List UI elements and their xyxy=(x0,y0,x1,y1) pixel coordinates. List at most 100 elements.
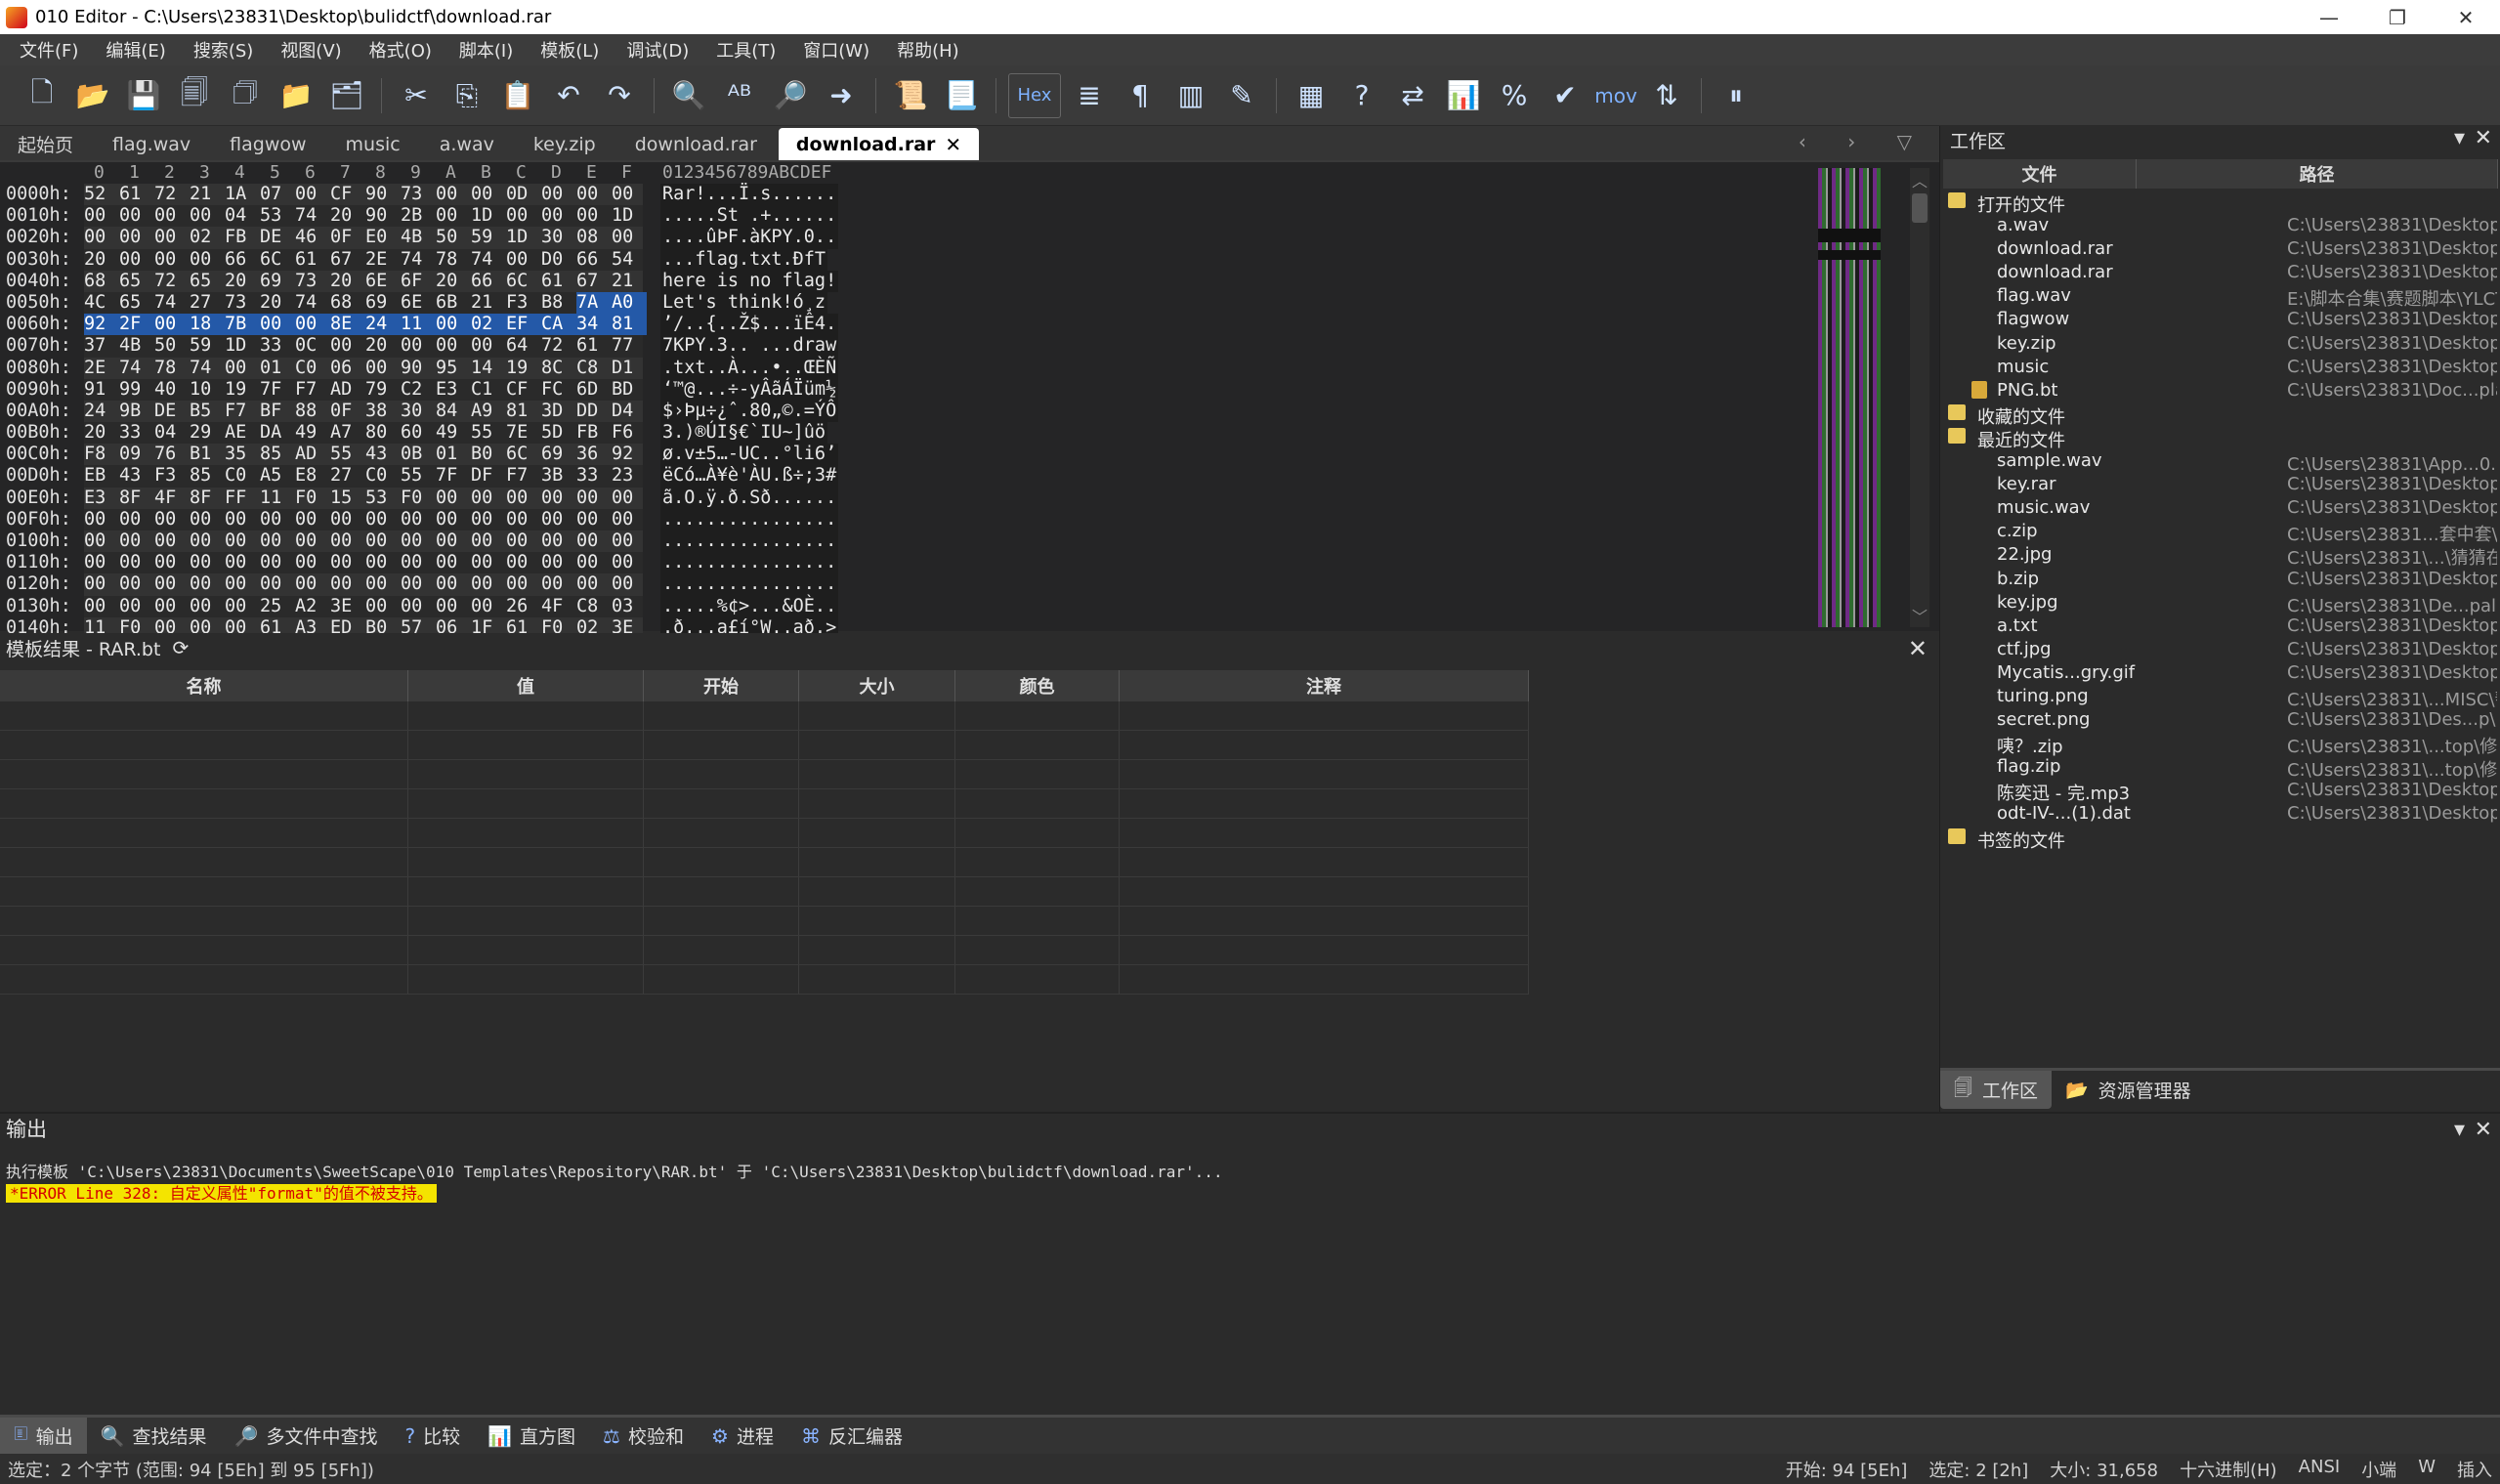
hex-byte[interactable]: 00 xyxy=(365,552,401,573)
hex-byte[interactable]: E3 xyxy=(84,488,119,509)
hex-byte[interactable]: 00 xyxy=(471,184,506,205)
hex-byte[interactable]: 00 xyxy=(295,573,330,595)
menu-help[interactable]: 帮助(H) xyxy=(883,37,973,63)
scroll-thumb[interactable] xyxy=(1912,193,1928,223)
hex-byte[interactable]: 00 xyxy=(190,249,225,271)
hex-byte[interactable]: 65 xyxy=(119,271,154,292)
template-row[interactable] xyxy=(0,965,1529,995)
hex-byte[interactable]: F0 xyxy=(295,488,330,509)
hex-byte[interactable]: AD xyxy=(295,444,330,465)
hex-byte[interactable]: 02 xyxy=(190,227,225,248)
save-as-icon[interactable]: 🗐 xyxy=(172,73,217,118)
undo-icon[interactable]: ↶ xyxy=(546,73,591,118)
columns-icon[interactable]: ▥ xyxy=(1168,73,1213,118)
hex-byte[interactable]: 68 xyxy=(330,292,365,314)
hex-byte[interactable]: 00 xyxy=(260,552,295,573)
hex-byte[interactable]: 00 xyxy=(401,509,436,530)
hex-byte[interactable]: 07 xyxy=(260,184,295,205)
hex-byte[interactable]: 00 xyxy=(401,335,436,357)
open-folder-alt-icon[interactable]: 📁 xyxy=(274,73,318,118)
hex-byte[interactable]: A2 xyxy=(295,596,330,617)
workspace-file-item[interactable]: key.rar C:\Users\23831\Desktop\ xyxy=(1940,473,2500,496)
workspace-file-item[interactable]: flag.wav E:\脚本合集\赛题脚本\YLCTF\ xyxy=(1940,284,2500,310)
hex-byte[interactable]: 7B xyxy=(225,314,260,336)
hex-ascii[interactable]: ø.v±5…-UC..°li6’ xyxy=(660,444,839,466)
hex-byte[interactable]: 46 xyxy=(295,227,330,248)
run-template-icon[interactable]: 📃 xyxy=(939,73,984,118)
hex-byte[interactable]: 00 xyxy=(576,184,612,205)
hex-byte[interactable]: C8 xyxy=(576,358,612,379)
hex-byte[interactable]: 95 xyxy=(436,358,471,379)
hex-byte[interactable]: 54 xyxy=(612,249,647,271)
col-color[interactable]: 颜色 xyxy=(955,670,1120,701)
hex-byte[interactable]: 74 xyxy=(190,358,225,379)
workspace-file-item[interactable]: download.rar C:\Users\23831\Desktop\bulid… xyxy=(1940,237,2500,261)
hex-byte[interactable]: 00 xyxy=(330,552,365,573)
hex-byte[interactable]: 30 xyxy=(401,401,436,422)
hex-byte[interactable]: 00 xyxy=(612,184,647,205)
hex-byte[interactable]: 00 xyxy=(365,573,401,595)
hex-byte[interactable]: 80 xyxy=(365,422,401,444)
tab-download-rar-1[interactable]: download.rar xyxy=(617,128,775,160)
tab-workspace[interactable]: 🗐 工作区 xyxy=(1940,1071,2052,1109)
menu-script[interactable]: 脚本(I) xyxy=(445,37,527,63)
hex-byte[interactable]: 00 xyxy=(154,573,190,595)
template-row[interactable] xyxy=(0,731,1529,760)
hex-byte[interactable]: 27 xyxy=(190,292,225,314)
hex-byte[interactable]: 00 xyxy=(471,509,506,530)
hex-byte[interactable]: 4F xyxy=(154,488,190,509)
highlight-icon[interactable]: ✎ xyxy=(1219,73,1264,118)
hex-byte[interactable]: 00 xyxy=(436,509,471,530)
save-icon[interactable]: 💾 xyxy=(121,73,166,118)
hex-byte[interactable]: 81 xyxy=(506,401,541,422)
hex-byte[interactable]: 1D xyxy=(506,227,541,248)
hex-byte[interactable]: 67 xyxy=(576,271,612,292)
workspace-file-item[interactable]: 咦？.zip C:\Users\23831\...top\修仙传\大乘\第八层\ xyxy=(1940,732,2500,757)
hex-byte[interactable]: 24 xyxy=(365,314,401,336)
hex-byte[interactable]: 00 xyxy=(506,573,541,595)
hex-byte[interactable]: 49 xyxy=(295,422,330,444)
hex-ascii[interactable]: $›Þµ÷¿ˆ.80„©.=ÝÔ xyxy=(660,400,839,423)
hex-byte[interactable]: 00 xyxy=(119,509,154,530)
hex-byte[interactable]: 00 xyxy=(154,596,190,617)
hex-bytes[interactable]: 00 00 00 00 00 00 00 00 00 00 00 00 00 00 00 00 xyxy=(84,530,647,552)
hex-byte[interactable]: 74 xyxy=(295,205,330,227)
hex-byte[interactable]: 00 xyxy=(260,509,295,530)
tab-compare[interactable]: ? 比较 xyxy=(391,1418,474,1454)
hex-byte[interactable]: 1D xyxy=(612,205,647,227)
hex-byte[interactable]: 72 xyxy=(541,335,576,357)
hex-ascii[interactable]: ................ xyxy=(660,573,839,596)
hex-byte[interactable]: F8 xyxy=(84,444,119,465)
hex-byte[interactable]: 90 xyxy=(401,358,436,379)
hex-byte[interactable]: 00 xyxy=(330,573,365,595)
hex-byte[interactable]: 06 xyxy=(330,358,365,379)
hex-byte[interactable]: 74 xyxy=(119,358,154,379)
hex-ascii[interactable]: .txt..À...•..ŒÈÑ xyxy=(660,357,839,379)
hex-byte[interactable]: 00 xyxy=(506,530,541,552)
close-workspace-icon[interactable]: ✕ xyxy=(2475,126,2492,150)
tab-find-results[interactable]: 🔍 查找结果 xyxy=(87,1418,221,1454)
hex-byte[interactable]: 7A xyxy=(576,291,612,315)
hex-ascii[interactable]: ....ûÞF.àKPY.0.. xyxy=(660,227,839,249)
hex-byte[interactable]: 20 xyxy=(225,271,260,292)
hex-byte[interactable]: E0 xyxy=(365,227,401,248)
hex-byte[interactable]: 00 xyxy=(119,552,154,573)
hex-byte[interactable]: 04 xyxy=(225,205,260,227)
hex-mode-button[interactable]: Hex xyxy=(1008,72,1061,118)
hex-ascii[interactable]: here is no flag! xyxy=(660,270,839,292)
hex-byte[interactable]: 90 xyxy=(365,184,401,205)
hex-byte[interactable]: 11 xyxy=(401,314,436,336)
hex-bytes[interactable]: 92 2F 00 18 7B 00 00 8E 24 11 00 02 EF CA 34 81 xyxy=(84,314,647,336)
workspace-file-item[interactable]: key.zip C:\Users\23831\Desktop\ xyxy=(1940,332,2500,356)
template-row[interactable] xyxy=(0,848,1529,877)
hex-byte[interactable]: 09 xyxy=(119,444,154,465)
hex-byte[interactable]: 66 xyxy=(225,249,260,271)
hex-byte[interactable]: 00 xyxy=(471,573,506,595)
hex-byte[interactable]: B8 xyxy=(541,292,576,314)
hex-byte[interactable]: 03 xyxy=(612,596,647,617)
hex-byte[interactable]: 00 xyxy=(154,552,190,573)
hex-byte[interactable]: 35 xyxy=(225,444,260,465)
hex-byte[interactable]: 85 xyxy=(190,465,225,487)
hex-byte[interactable]: 53 xyxy=(365,488,401,509)
hex-byte[interactable]: 00 xyxy=(541,573,576,595)
